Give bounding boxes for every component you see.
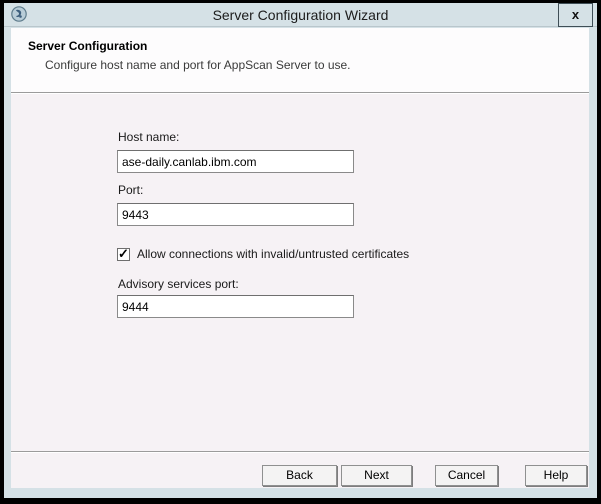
host-name-label: Host name: xyxy=(118,130,179,144)
page-header: Server Configuration Configure host name… xyxy=(11,28,589,92)
allow-invalid-certs-checkbox[interactable]: ✓ xyxy=(117,248,130,261)
back-button[interactable]: Back xyxy=(262,465,337,486)
wizard-window: Server Configuration Wizard x Server Con… xyxy=(4,3,597,498)
help-button[interactable]: Help xyxy=(525,465,587,486)
advisory-port-input[interactable] xyxy=(117,295,354,318)
close-icon: x xyxy=(572,7,579,22)
window-title: Server Configuration Wizard xyxy=(4,7,597,23)
allow-invalid-certs-row: ✓ Allow connections with invalid/untrust… xyxy=(117,247,409,261)
next-button[interactable]: Next xyxy=(341,465,412,486)
port-label: Port: xyxy=(118,183,143,197)
title-bar: Server Configuration Wizard x xyxy=(4,3,597,27)
allow-invalid-certs-label[interactable]: Allow connections with invalid/untrusted… xyxy=(137,247,409,261)
button-separator xyxy=(11,451,589,453)
content-area: Host name: Port: ✓ Allow connections wit… xyxy=(11,94,589,488)
close-button[interactable]: x xyxy=(558,3,593,27)
page-subtitle: Configure host name and port for AppScan… xyxy=(45,58,589,72)
page-title: Server Configuration xyxy=(28,39,589,53)
dialog-body: Server Configuration Configure host name… xyxy=(11,28,589,488)
advisory-port-label: Advisory services port: xyxy=(118,277,239,291)
host-name-input[interactable] xyxy=(117,150,354,173)
port-input[interactable] xyxy=(117,203,354,226)
cancel-button[interactable]: Cancel xyxy=(435,465,498,486)
checkmark-icon: ✓ xyxy=(118,246,129,261)
